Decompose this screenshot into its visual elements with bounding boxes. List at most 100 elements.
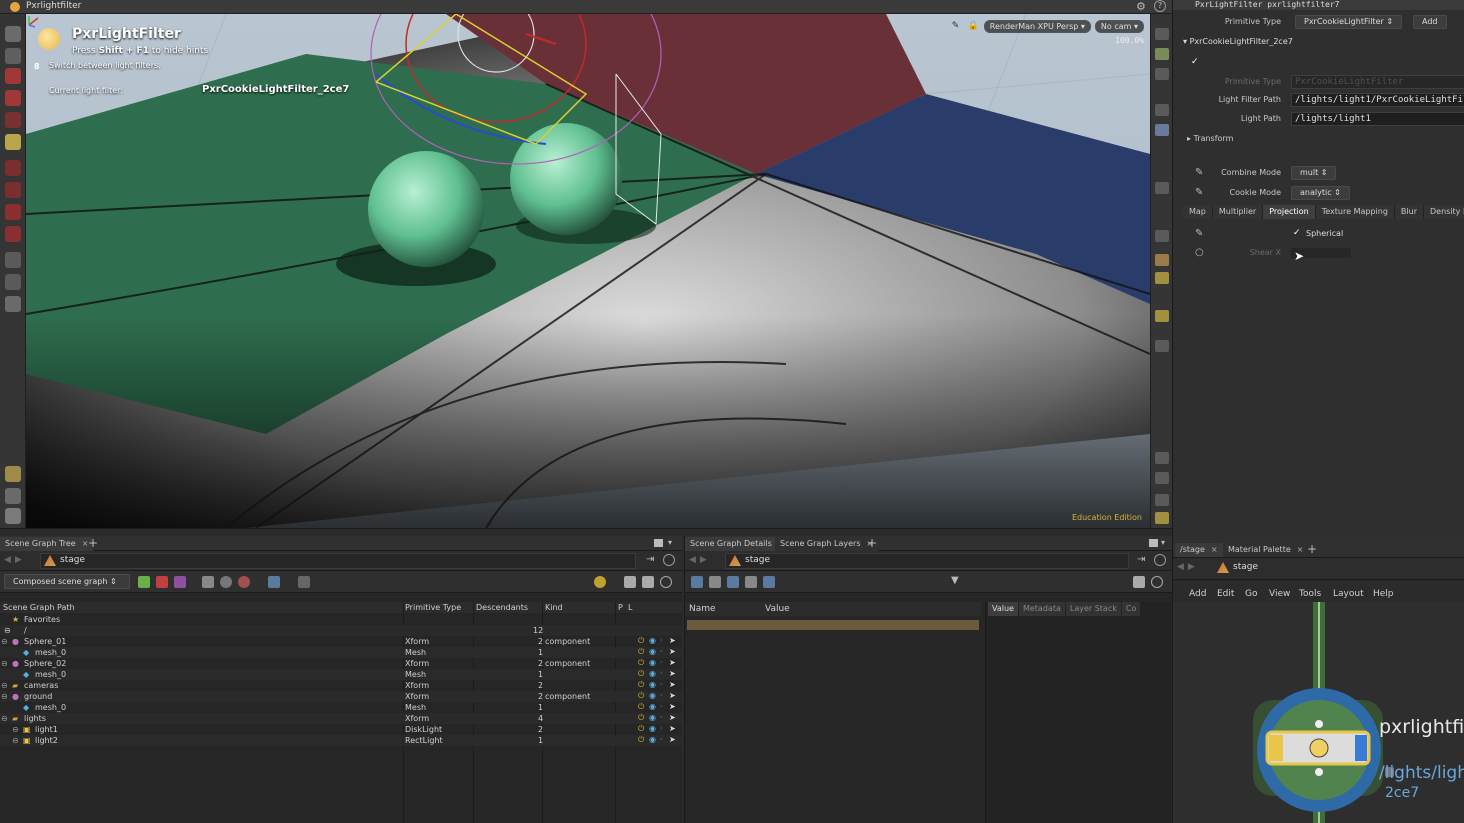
col-p[interactable]: P: [618, 603, 623, 612]
visibility-icon[interactable]: ◉: [649, 637, 657, 645]
visibility-icon[interactable]: ◉: [649, 648, 657, 656]
table-row[interactable]: ★ Favorites: [0, 614, 682, 625]
active-icon[interactable]: ⏻: [638, 692, 646, 700]
view-list-icon[interactable]: [709, 576, 721, 588]
dot-icon[interactable]: ·: [660, 692, 668, 700]
table-row[interactable]: ▰ ⊖ cameras Xform 2 ⏻ ◉ · ➤: [0, 680, 682, 691]
sort-icon[interactable]: [202, 576, 214, 588]
sgt-path-field[interactable]: [40, 553, 636, 569]
select-icon[interactable]: ➤: [669, 659, 677, 667]
tab-scene-graph-details[interactable]: Scene Graph Details×: [685, 537, 790, 551]
select-icon[interactable]: ➤: [669, 725, 677, 733]
active-icon[interactable]: ⏻: [638, 725, 646, 733]
collapse-icon[interactable]: [156, 576, 168, 588]
table-row[interactable]: ● ⊖ Sphere_01 Xform 2 component ⏻ ◉ · ➤: [0, 636, 682, 647]
dot-icon[interactable]: ·: [660, 736, 668, 744]
tab-scene-graph-layers[interactable]: Scene Graph Layers ×: [775, 537, 879, 551]
guide-icon[interactable]: [1155, 254, 1169, 266]
select-icon[interactable]: ➤: [669, 703, 677, 711]
menu-go[interactable]: Go: [1245, 589, 1257, 599]
light-tool-icon[interactable]: [5, 274, 21, 290]
expand-icon[interactable]: ⊖: [1, 714, 8, 723]
filter-icon[interactable]: ▼: [951, 575, 959, 586]
menu-layout[interactable]: Layout: [1333, 589, 1364, 599]
select-icon[interactable]: ➤: [669, 637, 677, 645]
tab-texture-mapping[interactable]: Texture Mapping: [1315, 205, 1395, 219]
menu-view[interactable]: View: [1269, 589, 1290, 599]
lock-icon[interactable]: 🔒: [968, 21, 980, 33]
visualize-icon[interactable]: [1155, 310, 1169, 322]
table-row[interactable]: ◆ mesh_0 Mesh 1 ⏻ ◉ · ➤: [0, 702, 682, 713]
tab-material-palette[interactable]: Material Palette ×: [1223, 543, 1309, 557]
col-descendants[interactable]: Descendants: [476, 603, 528, 612]
info-icon[interactable]: [220, 576, 232, 588]
primitive-type-dropdown[interactable]: PxrCookieLightFilter ⇕: [1295, 15, 1403, 29]
col-prim-type[interactable]: Primitive Type: [405, 603, 461, 612]
handle-tool-icon[interactable]: [5, 134, 21, 150]
lighting-icon[interactable]: [1155, 124, 1169, 136]
tab-layer-stack[interactable]: Layer Stack: [1065, 602, 1122, 616]
tab-value[interactable]: Value: [988, 602, 1019, 616]
selected-row[interactable]: [687, 620, 979, 630]
tab-stage[interactable]: /stage ×: [1175, 543, 1223, 557]
light-filter-path-field[interactable]: /lights/light1/PxrCookieLightFilter_2ce7: [1291, 93, 1464, 107]
menu-tools[interactable]: Tools: [1299, 589, 1321, 599]
enable-checkbox[interactable]: ✓: [1191, 58, 1201, 68]
pencil-icon[interactable]: ✎: [1195, 187, 1205, 198]
section-header[interactable]: ▾ PxrCookieLightFilter_2ce7: [1183, 37, 1293, 46]
camera-icon[interactable]: [642, 576, 654, 588]
flipbook-icon[interactable]: [1155, 452, 1169, 464]
view-tool-icon[interactable]: [5, 252, 21, 268]
nav-arrows-icon[interactable]: ◀▶: [1177, 562, 1199, 572]
expand-icon[interactable]: ⊖: [12, 725, 19, 734]
table-row[interactable]: ▰ ⊖ lights Xform 4 ⏻ ◉ · ➤: [0, 713, 682, 724]
tab-map[interactable]: Map: [1183, 205, 1213, 219]
light-path-field[interactable]: /lights/light1: [1291, 112, 1464, 126]
link-icon[interactable]: [1154, 554, 1166, 566]
dot-icon[interactable]: ·: [660, 714, 668, 722]
search-icon[interactable]: [238, 576, 250, 588]
dot-icon[interactable]: ·: [660, 670, 668, 678]
dot-icon[interactable]: ·: [660, 659, 668, 667]
select-tool-icon[interactable]: [5, 26, 21, 42]
visibility-icon[interactable]: ◉: [649, 670, 657, 678]
visibility-icon[interactable]: ◉: [649, 736, 657, 744]
active-icon[interactable]: ⏻: [638, 648, 646, 656]
ghost-icon[interactable]: [1155, 272, 1169, 284]
dot-icon[interactable]: ·: [660, 725, 668, 733]
visibility-icon[interactable]: ◉: [649, 692, 657, 700]
table-row[interactable]: ◆ mesh_0 Mesh 1 ⏻ ◉ · ➤: [0, 669, 682, 680]
tab-blur[interactable]: Blur: [1394, 205, 1424, 219]
pose-tool-icon[interactable]: [5, 160, 21, 176]
expand-icon[interactable]: ⊖: [12, 736, 19, 745]
cookie-mode-dropdown[interactable]: analytic ⇕: [1291, 186, 1350, 200]
scale-tool-icon[interactable]: [5, 112, 21, 128]
render-tool-icon[interactable]: [5, 466, 21, 482]
view-grid-icon[interactable]: [763, 576, 775, 588]
nav-arrows-icon[interactable]: ◀▶: [4, 555, 26, 565]
gear-icon[interactable]: [624, 576, 636, 588]
tab-scene-graph-tree[interactable]: Scene Graph Tree ×: [0, 537, 94, 551]
layout-icon[interactable]: [1155, 512, 1169, 524]
col-kind[interactable]: Kind: [545, 603, 563, 612]
renderer-menu[interactable]: RenderMan XPU Persp ▾: [983, 20, 1091, 33]
expand-icon[interactable]: ⊖: [1, 659, 8, 668]
pane-menu-icon[interactable]: [654, 539, 663, 547]
view-tree-icon[interactable]: [691, 576, 703, 588]
visibility-icon[interactable]: ◉: [649, 714, 657, 722]
tab-co[interactable]: Co: [1121, 602, 1142, 616]
visibility-icon[interactable]: ◉: [649, 703, 657, 711]
dot-icon[interactable]: ·: [660, 703, 668, 711]
dot-icon[interactable]: ·: [660, 648, 668, 656]
col-name[interactable]: Name: [689, 604, 716, 614]
pencil-icon[interactable]: ✎: [952, 21, 964, 33]
screenshot-icon[interactable]: [1155, 472, 1169, 484]
active-icon[interactable]: ⏻: [638, 681, 646, 689]
scene-graph-mode-dropdown[interactable]: Composed scene graph ⇕: [4, 574, 130, 589]
pin-icon[interactable]: ⇥: [1137, 554, 1145, 565]
gear-icon[interactable]: ⚙: [1136, 0, 1146, 13]
active-icon[interactable]: ⏻: [638, 659, 646, 667]
pencil-icon[interactable]: ✎: [1195, 167, 1205, 178]
view-columns-icon[interactable]: [727, 576, 739, 588]
select-icon[interactable]: ➤: [669, 714, 677, 722]
